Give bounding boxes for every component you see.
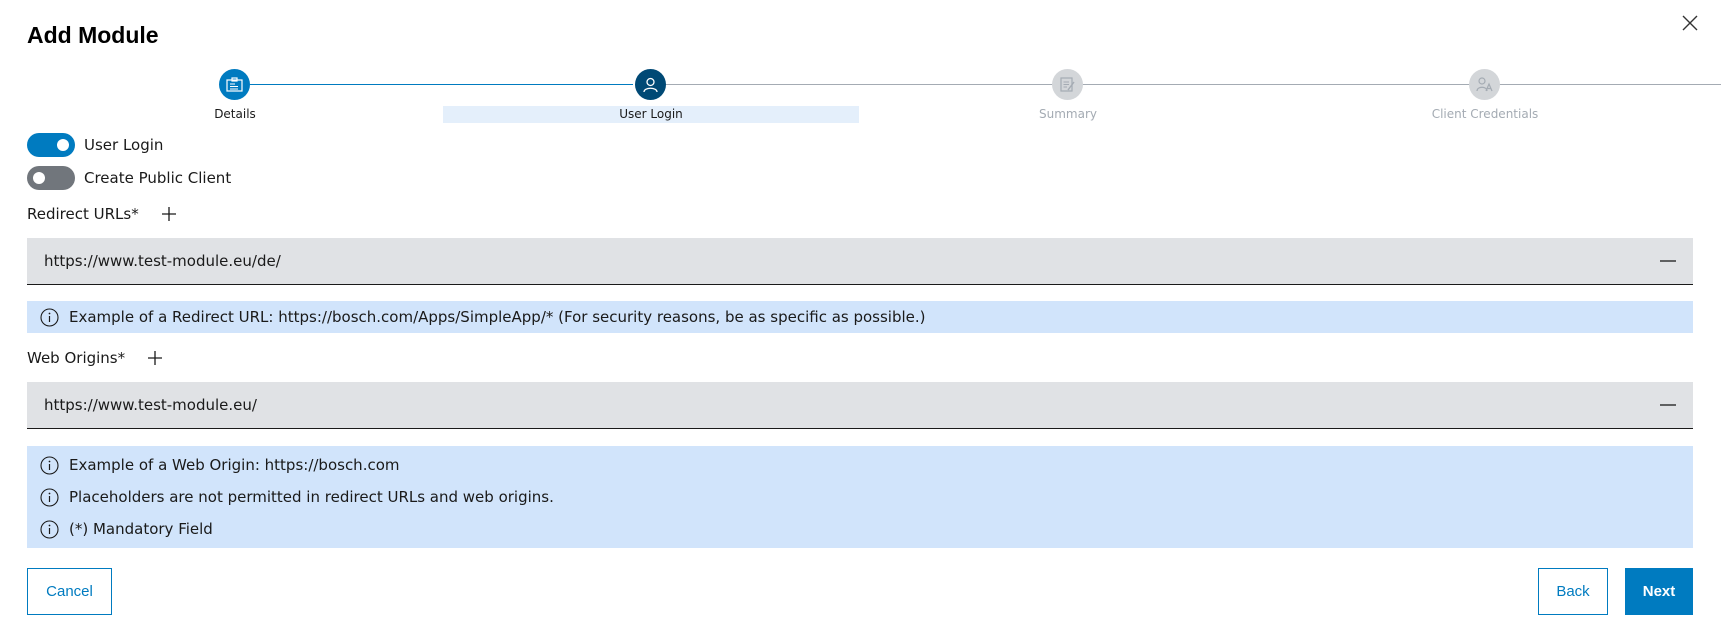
step-user-login[interactable]: User Login bbox=[443, 68, 859, 124]
minus-icon bbox=[1660, 404, 1676, 406]
hint-line: (*) Mandatory Field bbox=[27, 513, 1693, 545]
details-card-icon bbox=[219, 69, 250, 100]
web-origin-field[interactable]: https://www.test-module.eu/ bbox=[27, 382, 1693, 429]
info-icon bbox=[40, 487, 59, 507]
user-login-toggle-row: User Login bbox=[27, 133, 163, 157]
hint-line: Example of a Redirect URL: https://bosch… bbox=[27, 301, 1693, 333]
web-origins-label: Web Origins* bbox=[27, 349, 126, 367]
cancel-button[interactable]: Cancel bbox=[27, 568, 112, 615]
hint-line: Example of a Web Origin: https://bosch.c… bbox=[27, 449, 1693, 481]
step-client-credentials[interactable]: Client Credentials bbox=[1277, 68, 1693, 124]
user-login-toggle[interactable] bbox=[27, 133, 75, 157]
dialog-title: Add Module bbox=[27, 22, 159, 48]
toggle-knob bbox=[57, 139, 69, 151]
add-web-origin-icon[interactable] bbox=[147, 350, 163, 366]
redirect-urls-label-row: Redirect URLs* bbox=[27, 205, 177, 223]
web-origins-label-row: Web Origins* bbox=[27, 349, 163, 367]
redirect-urls-label: Redirect URLs* bbox=[27, 205, 139, 223]
stepper: Details User Login Summary Client Creden… bbox=[27, 68, 1721, 124]
public-client-toggle[interactable] bbox=[27, 166, 75, 190]
redirect-url-value[interactable]: https://www.test-module.eu/de/ bbox=[44, 252, 1643, 270]
public-client-toggle-row: Create Public Client bbox=[27, 166, 231, 190]
info-icon bbox=[40, 519, 59, 539]
step-label: Summary bbox=[1039, 107, 1097, 121]
step-label: Client Credentials bbox=[1431, 107, 1539, 121]
user-login-toggle-label: User Login bbox=[84, 136, 164, 154]
redirect-url-field[interactable]: https://www.test-module.eu/de/ bbox=[27, 238, 1693, 285]
user-icon bbox=[635, 69, 666, 100]
minus-icon bbox=[1660, 260, 1676, 262]
client-credentials-icon bbox=[1469, 69, 1500, 100]
web-origin-hints: Example of a Web Origin: https://bosch.c… bbox=[27, 446, 1693, 548]
info-icon bbox=[40, 307, 59, 327]
hint-text: (*) Mandatory Field bbox=[69, 520, 213, 538]
hint-line: Placeholders are not permitted in redire… bbox=[27, 481, 1693, 513]
hint-text: Placeholders are not permitted in redire… bbox=[69, 488, 554, 506]
info-icon bbox=[40, 455, 59, 475]
back-button[interactable]: Back bbox=[1538, 568, 1608, 615]
toggle-knob bbox=[33, 172, 45, 184]
remove-redirect-url-button[interactable] bbox=[1643, 238, 1693, 285]
remove-web-origin-button[interactable] bbox=[1643, 382, 1693, 429]
step-label: User Login bbox=[443, 106, 859, 123]
hint-text: Example of a Redirect URL: https://bosch… bbox=[69, 308, 926, 326]
step-summary[interactable]: Summary bbox=[860, 68, 1276, 124]
step-label: Details bbox=[214, 107, 256, 121]
close-icon[interactable] bbox=[1679, 12, 1701, 34]
summary-edit-icon bbox=[1052, 69, 1083, 100]
next-button[interactable]: Next bbox=[1625, 568, 1693, 615]
hint-text: Example of a Web Origin: https://bosch.c… bbox=[69, 456, 400, 474]
public-client-toggle-label: Create Public Client bbox=[84, 169, 232, 187]
redirect-url-hint: Example of a Redirect URL: https://bosch… bbox=[27, 301, 1693, 333]
step-details[interactable]: Details bbox=[27, 68, 443, 124]
add-redirect-url-icon[interactable] bbox=[161, 206, 177, 222]
web-origin-value[interactable]: https://www.test-module.eu/ bbox=[44, 396, 1643, 414]
